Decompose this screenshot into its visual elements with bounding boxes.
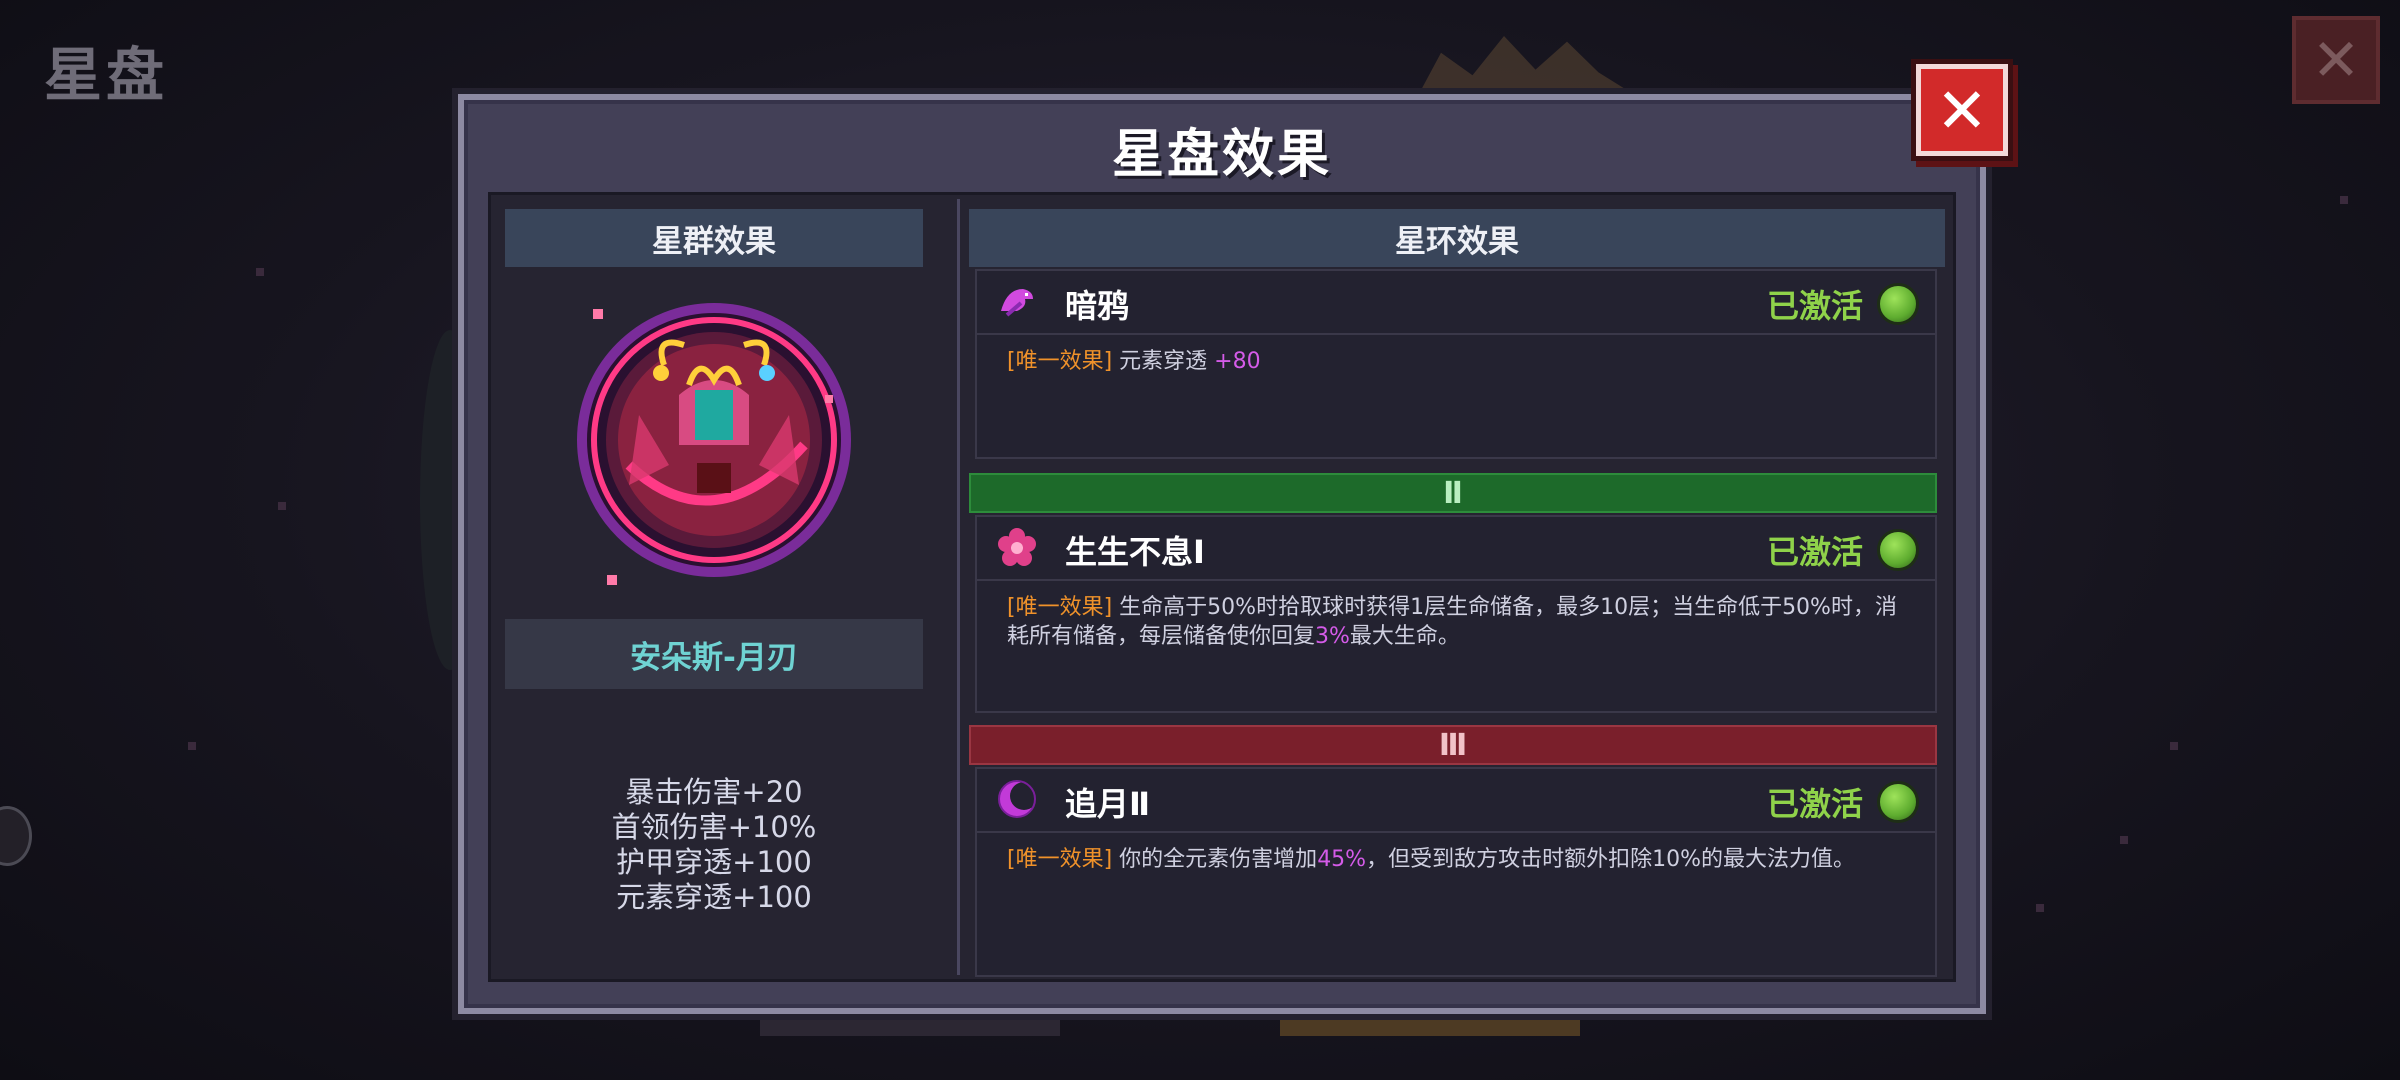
- stat-line: 元素穿透+100: [616, 880, 812, 914]
- ring-effects-list[interactable]: 暗鸦 已激活 [唯一效果] 元素穿透 +80 Ⅱ 生生不息Ⅰ 已激活 [唯一效果…: [969, 269, 1945, 981]
- background-bar: [760, 1018, 1060, 1036]
- background-side-icon: [0, 806, 32, 866]
- unique-effect-tag: [唯一效果]: [1007, 595, 1113, 620]
- tier-divider-3: Ⅲ: [969, 725, 1937, 765]
- effect-card-dark-raven: 暗鸦 已激活 [唯一效果] 元素穿透 +80: [975, 269, 1937, 459]
- effect-status: 已激活: [1766, 785, 1863, 823]
- effect-text: 你的全元素伤害增加: [1119, 847, 1318, 872]
- effect-highlight: 45%: [1317, 847, 1367, 872]
- raven-icon: [997, 281, 1037, 321]
- effect-header: 追月Ⅱ 已激活: [977, 769, 1935, 833]
- background-star: [278, 502, 286, 510]
- effect-header: 暗鸦 已激活: [977, 271, 1935, 335]
- effect-description: [唯一效果] 你的全元素伤害增加45%，但受到敌方攻击时额外扣除10%的最大法力…: [1007, 845, 1907, 874]
- effect-name: 生生不息Ⅰ: [1065, 533, 1205, 571]
- background-bar: [1280, 1018, 1580, 1036]
- constellation-effects-header: 星群效果: [505, 209, 923, 267]
- effect-text: ，但受到敌方攻击时额外扣除10%的最大法力值。: [1366, 847, 1855, 872]
- effect-text: 最大生命。: [1349, 624, 1460, 649]
- background-close-button: ✕: [2292, 16, 2380, 104]
- effect-status: 已激活: [1766, 533, 1863, 571]
- effect-highlight: 3%: [1315, 624, 1350, 649]
- effect-status: 已激活: [1766, 287, 1863, 325]
- unique-effect-tag: [唯一效果]: [1007, 349, 1113, 374]
- effect-header: 生生不息Ⅰ 已激活: [977, 517, 1935, 581]
- panel-content: 星群效果 安朵斯-月刃 暴击伤害+20 首领伤害+10% 护甲穿透+100 元素…: [488, 192, 1956, 982]
- flower-icon: [997, 527, 1037, 567]
- background-star: [2170, 742, 2178, 750]
- star-chart-effects-panel: 星盘效果 星群效果 安朵斯-月刃 暴击伤害+20 首领伤害+10% 护甲穿透+1…: [458, 94, 1986, 1014]
- effect-description: [唯一效果] 元素穿透 +80: [1007, 347, 1907, 376]
- stat-line: 护甲穿透+100: [616, 845, 812, 879]
- panel-title: 星盘效果: [1111, 125, 1332, 185]
- active-status-icon: [1877, 781, 1919, 823]
- unique-effect-tag: [唯一效果]: [1007, 847, 1113, 872]
- constellation-name: 安朵斯-月刃: [505, 619, 923, 689]
- background-star: [256, 268, 264, 276]
- stat-line: 首领伤害+10%: [611, 810, 817, 844]
- background-screen-title: 星盘: [44, 41, 169, 109]
- tier-divider-2: Ⅱ: [969, 473, 1937, 513]
- active-status-icon: [1877, 283, 1919, 325]
- background-star: [2036, 904, 2044, 912]
- stat-line: 暴击伤害+20: [625, 775, 803, 809]
- background-star: [2120, 836, 2128, 844]
- crescent-moon-icon: [997, 779, 1038, 819]
- effect-text: 元素穿透: [1119, 349, 1215, 374]
- effect-card-endless-life: 生生不息Ⅰ 已激活 [唯一效果] 生命高于50%时拾取球时获得1层生命储备，最多…: [975, 515, 1937, 713]
- effect-name: 暗鸦: [1065, 287, 1130, 325]
- background-star: [2340, 196, 2348, 204]
- constellation-stats: 暴击伤害+20 首领伤害+10% 护甲穿透+100 元素穿透+100: [505, 775, 923, 915]
- constellation-emblem-icon: [569, 295, 859, 585]
- active-status-icon: [1877, 529, 1919, 571]
- background-crown-decoration: [1420, 36, 1630, 92]
- effect-highlight: +80: [1214, 349, 1261, 374]
- effect-name: 追月Ⅱ: [1065, 785, 1151, 823]
- column-divider: [957, 199, 960, 975]
- effect-description: [唯一效果] 生命高于50%时拾取球时获得1层生命储备，最多10层；当生命低于5…: [1007, 593, 1907, 651]
- ring-effects-header: 星环效果: [969, 209, 1945, 267]
- close-button[interactable]: ✕: [1916, 64, 2008, 156]
- effect-card-chasing-moon: 追月Ⅱ 已激活 [唯一效果] 你的全元素伤害增加45%，但受到敌方攻击时额外扣除…: [975, 767, 1937, 977]
- background-star: [188, 742, 196, 750]
